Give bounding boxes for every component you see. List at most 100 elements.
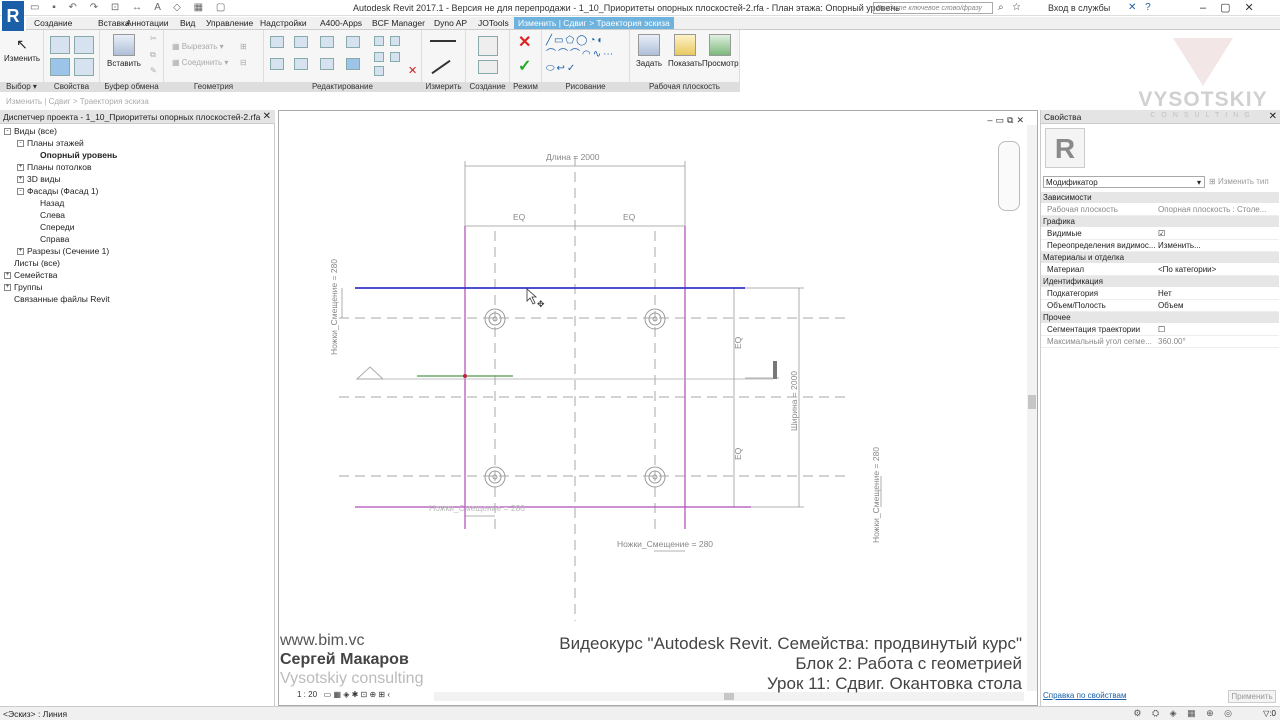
tree-item[interactable]: Слева — [30, 210, 65, 220]
select-panel-title[interactable]: Выбор ▾ — [0, 82, 43, 92]
set-workplane-button[interactable]: Задать — [634, 34, 664, 68]
property-value[interactable]: Нет — [1158, 288, 1271, 300]
edit-type-button[interactable]: ⊞ Изменить тип — [1209, 176, 1277, 188]
tab-8[interactable]: Dyno AP — [434, 18, 467, 28]
tab-7[interactable]: BCF Manager — [372, 18, 425, 28]
tree-item[interactable]: + Семейства — [4, 270, 57, 280]
tree-item[interactable]: +3D виды — [17, 174, 61, 184]
tree-item[interactable]: - Виды (все) — [4, 126, 57, 136]
mirror-axis-icon[interactable] — [320, 36, 334, 48]
property-row[interactable]: Материал <По категории> — [1041, 264, 1279, 276]
tab-5[interactable]: Надстройки — [260, 18, 307, 28]
sign-in-button[interactable]: Вход в службы — [1048, 3, 1110, 13]
view-window-controls[interactable]: –▭⧉✕ — [988, 115, 1027, 126]
expand-icon[interactable]: + — [17, 176, 24, 184]
property-row[interactable]: Видимые ☑ — [1041, 228, 1279, 240]
view-scale[interactable]: 1 : 20 — [297, 690, 317, 699]
help-icon[interactable]: ✕ ? — [1128, 2, 1154, 13]
tree-item[interactable]: Справа — [30, 234, 69, 244]
tree-item[interactable]: Назад — [30, 198, 64, 208]
match-icon[interactable]: ✎ — [150, 66, 157, 75]
move-icon[interactable] — [270, 58, 284, 70]
binoculars-icon[interactable]: ⌕ ☆ — [998, 2, 1038, 14]
property-value[interactable]: <По категории> — [1158, 264, 1271, 276]
tab-4[interactable]: Управление — [206, 18, 253, 28]
dimension-icon[interactable] — [431, 59, 451, 75]
modify-button[interactable]: ↖ Изменить — [4, 36, 40, 63]
unpin-icon[interactable] — [374, 66, 384, 76]
view-control-bar[interactable]: 1 : 20 ▭ ▦ ◈ ✱ ⊡ ⊕ ⊞ ‹ — [279, 690, 390, 702]
status-icons[interactable]: ⚙ ⛭ ◈ ▦ ⊕ ◎ — [1133, 708, 1236, 719]
paste-button[interactable]: Вставить — [104, 34, 144, 68]
property-value[interactable]: Объем — [1158, 300, 1271, 312]
properties-icon[interactable] — [50, 58, 70, 76]
property-category[interactable]: Прочее — [1041, 312, 1279, 323]
rotate-icon[interactable] — [320, 58, 334, 70]
split-icon[interactable] — [374, 36, 384, 46]
tab-3[interactable]: Вид — [180, 18, 195, 28]
expand-icon[interactable]: + — [17, 164, 24, 172]
length-dimension-label[interactable]: Длина = 2000 — [546, 152, 599, 162]
tree-item[interactable]: - Планы этажей — [17, 138, 84, 148]
measure-icon[interactable] — [430, 40, 456, 42]
draw-tools-icon[interactable]: ╱▭⬠◯◔◐ ⌒⌒⌒◠∿⋯ ⬭↩✓ — [546, 34, 626, 76]
offset-dimension-label-right[interactable]: Ножки_Смещение = 280 — [871, 447, 881, 543]
property-value[interactable]: ☐ — [1158, 324, 1271, 336]
offset-dimension-label-left[interactable]: Ножки_Смещение = 280 — [329, 259, 339, 355]
viewer-button[interactable]: Просмотр — [702, 34, 739, 68]
tree-item[interactable]: Листы (все) — [4, 258, 60, 268]
width-dimension-label[interactable]: Ширина = 2000 — [789, 371, 799, 431]
property-value[interactable]: ☑ — [1158, 228, 1271, 240]
expand-icon[interactable]: - — [4, 128, 11, 136]
property-row[interactable]: Переопределения видимос... Изменить... — [1041, 240, 1279, 252]
search-input[interactable]: Введите ключевое слово/фразу — [873, 2, 993, 14]
tab-10[interactable]: Изменить | Сдвиг > Траектория эскиза — [514, 17, 674, 29]
expand-icon[interactable]: + — [17, 248, 24, 256]
family-category-icon[interactable] — [74, 36, 94, 54]
pin-icon[interactable] — [390, 52, 400, 62]
expand-icon[interactable]: + — [4, 284, 11, 292]
tab-2[interactable]: Аннотации — [126, 18, 169, 28]
expand-icon[interactable]: + — [4, 272, 11, 280]
tree-item[interactable]: + Группы — [4, 282, 42, 292]
tree-item[interactable]: + Разрезы (Сечение 1) — [17, 246, 109, 256]
eq-label-vertical-top[interactable]: EQ — [733, 337, 743, 349]
type-selector[interactable]: Модификатор ▾ — [1043, 176, 1205, 188]
trim-icon[interactable] — [346, 58, 360, 70]
create-similar-icon[interactable] — [478, 60, 498, 74]
close-icon[interactable]: ✕ — [1269, 111, 1277, 122]
property-category[interactable]: Зависимости — [1041, 192, 1279, 203]
property-row[interactable]: Рабочая плоскость Опорная плоскость : Сто… — [1041, 204, 1279, 216]
join-geometry-button[interactable]: ▦ Соединить ▾ — [172, 58, 228, 67]
family-types-icon[interactable] — [50, 36, 70, 54]
tab-6[interactable]: A400-Apps — [320, 18, 362, 28]
eq-label-right[interactable]: EQ — [623, 212, 635, 222]
offset-icon[interactable] — [294, 36, 308, 48]
offset-dimension-label-bottom[interactable]: Ножки_Смещение = 280 — [617, 539, 713, 549]
property-row[interactable]: Максимальный угол сегме... 360.00° — [1041, 336, 1279, 348]
vertical-scroll-thumb[interactable] — [1028, 395, 1036, 409]
navigation-bar[interactable] — [998, 141, 1020, 211]
paint-icon[interactable]: ⊟ — [240, 58, 247, 67]
property-category[interactable]: Идентификация — [1041, 276, 1279, 287]
properties-help-link[interactable]: Справка по свойствам — [1043, 691, 1126, 700]
property-row[interactable]: Подкатегория Нет — [1041, 288, 1279, 300]
split-face-icon[interactable]: ⊞ — [240, 42, 247, 51]
vertical-scrollbar[interactable] — [1027, 125, 1037, 691]
tab-9[interactable]: JOTools — [478, 18, 509, 28]
delete-icon[interactable]: ✕ — [408, 64, 417, 77]
property-category[interactable]: Материалы и отделка — [1041, 252, 1279, 263]
property-row[interactable]: Объем/Полость Объем — [1041, 300, 1279, 312]
eq-label-left[interactable]: EQ — [513, 212, 525, 222]
scale-icon[interactable] — [390, 36, 400, 46]
align-icon[interactable] — [270, 36, 284, 48]
copy-element-icon[interactable] — [294, 58, 308, 70]
expand-icon[interactable]: - — [17, 140, 24, 148]
tab-0[interactable]: Создание — [34, 18, 72, 28]
property-row[interactable]: Сегментация траектории ☐ — [1041, 324, 1279, 336]
finish-edit-icon[interactable]: ✓ — [518, 56, 531, 76]
tree-item[interactable]: Связанные файлы Revit — [4, 294, 110, 304]
window-controls[interactable]: –▢✕ — [1200, 1, 1268, 14]
tree-item[interactable]: + Планы потолков — [17, 162, 91, 172]
mirror-draw-icon[interactable] — [346, 36, 360, 48]
